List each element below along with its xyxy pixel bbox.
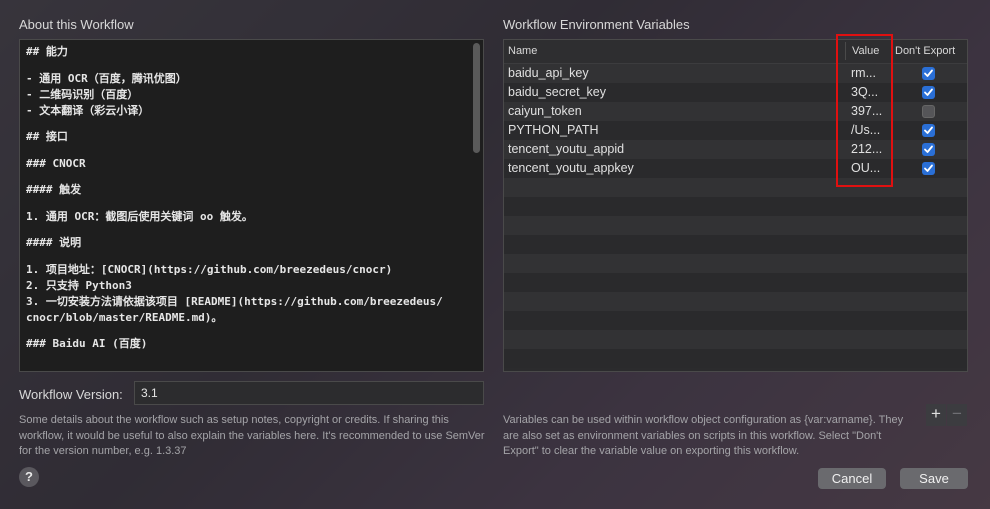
table-row[interactable]: PYTHON_PATH/Us... xyxy=(504,121,967,140)
env-vars-table[interactable]: Name Value Don't Export baidu_api_key rm.… xyxy=(503,39,968,372)
variable-name: baidu_api_key xyxy=(508,66,589,80)
column-dont-export[interactable]: Don't Export xyxy=(895,45,955,57)
notes-content: ## 能力 - 通用 OCR（百度，腾讯优图） - 二维码识别（百度） - 文本翻译（… xyxy=(26,44,467,352)
empty-table-row xyxy=(504,178,967,197)
dont-export-checkbox[interactable] xyxy=(922,105,935,118)
table-header: Name Value Don't Export xyxy=(504,40,967,64)
notes-line: - 文本翻译（彩云小译） xyxy=(26,103,150,117)
notes-line xyxy=(26,326,467,337)
help-icon[interactable]: ? xyxy=(19,467,39,487)
notes-line xyxy=(26,145,467,156)
checkmark-icon xyxy=(924,164,933,172)
notes-line: #### 说明 xyxy=(26,236,82,249)
dont-export-checkbox[interactable] xyxy=(922,86,935,99)
empty-table-row xyxy=(504,273,967,292)
dont-export-checkbox[interactable] xyxy=(922,162,935,175)
cancel-button[interactable]: Cancel xyxy=(818,468,886,489)
add-remove-controls: + − xyxy=(926,404,968,426)
column-name[interactable]: Name xyxy=(508,45,537,57)
notes-line xyxy=(26,225,467,236)
notes-line: cnocr/blob/master/README.md)。 xyxy=(26,310,223,324)
empty-table-row xyxy=(504,349,967,368)
empty-table-row xyxy=(504,235,967,254)
variable-name: tencent_youtu_appkey xyxy=(508,161,634,175)
empty-table-row xyxy=(504,216,967,235)
version-label: Workflow Version: xyxy=(19,387,123,402)
table-row[interactable]: tencent_youtu_appkey OU... xyxy=(504,159,967,178)
empty-table-row xyxy=(504,254,967,273)
checkmark-icon xyxy=(924,145,933,153)
notes-line: #### 触发 xyxy=(26,183,82,196)
checkmark-icon xyxy=(924,88,933,96)
env-vars-title: Workflow Environment Variables xyxy=(503,17,690,32)
notes-line: 1. 项目地址：[CNOCR](https://github.com/breez… xyxy=(26,262,393,276)
notes-line: 2. 只支持 Python3 xyxy=(26,278,132,292)
version-input[interactable] xyxy=(134,381,484,405)
variable-name: tencent_youtu_appid xyxy=(508,142,625,156)
notes-line: 3. 一切安装方法请依据该项目 [README](https://github.… xyxy=(26,294,443,308)
notes-line: ### Baidu AI (百度) xyxy=(26,337,148,350)
notes-line xyxy=(26,251,467,262)
empty-table-row xyxy=(504,330,967,349)
table-row[interactable]: baidu_api_key rm... xyxy=(504,64,967,83)
notes-scrollbar[interactable] xyxy=(473,43,480,153)
empty-table-row xyxy=(504,197,967,216)
notes-line: 1. 通用 OCR：截图后使用关键词 oo 触发。 xyxy=(26,209,253,223)
variable-name: caiyun_token xyxy=(508,104,582,118)
value-column-highlight xyxy=(836,34,893,187)
empty-table-row xyxy=(504,311,967,330)
empty-table-row xyxy=(504,292,967,311)
dont-export-checkbox[interactable] xyxy=(922,124,935,137)
notes-line xyxy=(26,172,467,183)
table-row[interactable]: tencent_youtu_appid 212... xyxy=(504,140,967,159)
about-help-text: Some details about the workflow such as … xyxy=(19,414,485,457)
about-title: About this Workflow xyxy=(19,17,134,32)
variable-name: PYTHON_PATH xyxy=(508,123,599,137)
notes-line: ### CNOCR xyxy=(26,156,86,170)
notes-line xyxy=(26,198,467,209)
env-help-text: Variables can be used within workflow ob… xyxy=(503,414,904,457)
checkmark-icon xyxy=(924,69,933,77)
notes-line: ## 能力 xyxy=(26,45,68,58)
dont-export-checkbox[interactable] xyxy=(922,143,935,156)
table-row[interactable]: caiyun_token 397... xyxy=(504,102,967,121)
workflow-notes-textarea[interactable]: ## 能力 - 通用 OCR（百度，腾讯优图） - 二维码识别（百度） - 文本翻译（… xyxy=(19,39,484,372)
dont-export-checkbox[interactable] xyxy=(922,67,935,80)
notes-line xyxy=(26,60,467,71)
add-variable-button[interactable]: + xyxy=(926,404,946,426)
notes-line: ## 接口 xyxy=(26,130,68,143)
save-button[interactable]: Save xyxy=(900,468,968,489)
remove-variable-button[interactable]: − xyxy=(947,404,967,426)
table-row[interactable]: baidu_secret_key 3Q... xyxy=(504,83,967,102)
variable-name: baidu_secret_key xyxy=(508,85,606,99)
checkmark-icon xyxy=(924,126,933,134)
notes-line: - 二维码识别（百度） xyxy=(26,87,139,101)
notes-line: - 通用 OCR（百度，腾讯优图） xyxy=(26,71,187,85)
notes-line xyxy=(26,119,467,130)
